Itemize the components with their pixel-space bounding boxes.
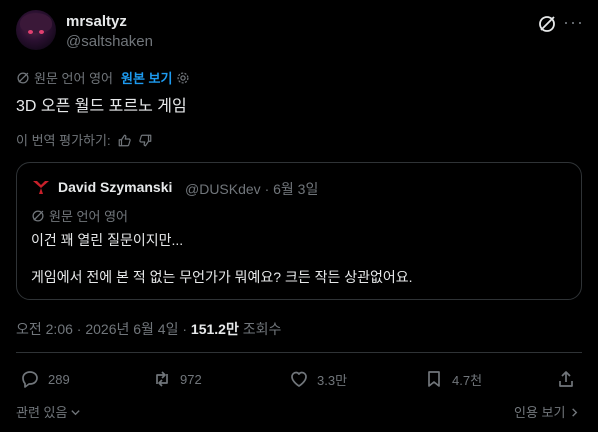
bookmark-icon (424, 369, 444, 389)
related-dropdown[interactable]: 관련 있음 (16, 402, 81, 421)
rate-translation-row: 이 번역 평가하기: (16, 130, 153, 149)
view-quotes-link[interactable]: 인용 보기 (514, 402, 580, 421)
share-icon (556, 369, 576, 389)
thumbs-up-icon[interactable] (117, 131, 132, 147)
repost-icon (152, 369, 172, 389)
bookmark-count: 4.7천 (452, 372, 483, 388)
views-count: 151.2만 (190, 321, 239, 337)
view-quotes-label: 인용 보기 (514, 405, 566, 420)
author-display-name[interactable]: mrsaltyz (66, 13, 127, 30)
view-original-link[interactable]: 원본 보기 (121, 68, 172, 87)
quoted-translation-label: 원문 언어 영어 (49, 209, 128, 224)
views-label: 조회수 (238, 321, 282, 337)
like-count: 3.3만 (317, 372, 348, 388)
post-timestamp[interactable]: 오전 2:06 · 2026년 6월 4일 · (16, 321, 191, 337)
more-options-icon[interactable]: ··· (563, 12, 584, 33)
chevron-down-icon (70, 404, 81, 419)
grok-icon[interactable] (537, 14, 557, 34)
reply-icon (20, 369, 40, 389)
share-button[interactable] (556, 369, 576, 389)
quoted-translation-row: 원문 언어 영어 (31, 206, 128, 225)
reply-button[interactable]: 289 (20, 369, 70, 389)
post-text: 3D 오픈 월드 포르노 게임 (16, 98, 187, 115)
repost-count: 972 (180, 371, 202, 387)
related-label: 관련 있음 (16, 405, 68, 420)
divider (16, 352, 582, 353)
quoted-author-avatar[interactable] (32, 178, 50, 196)
quoted-author-name[interactable]: David Szymanski (58, 179, 172, 195)
post-timestamp-views: 오전 2:06 · 2026년 6월 4일 · 151.2만 조회수 (16, 319, 281, 339)
like-button[interactable]: 3.3만 (289, 369, 347, 389)
author-avatar[interactable] (16, 10, 56, 50)
quoted-post[interactable]: David Szymanski @DUSKdev · 6월 3일 원문 언어 영… (16, 162, 582, 300)
translation-row: 원문 언어 영어 원본 보기 (16, 68, 190, 87)
chevron-right-icon (569, 404, 580, 419)
quoted-author-meta[interactable]: @DUSKdev · 6월 3일 (185, 179, 318, 199)
translate-icon (31, 208, 45, 224)
author-handle[interactable]: @saltshaken (66, 33, 153, 50)
repost-button[interactable]: 972 (152, 369, 202, 389)
thumbs-down-icon[interactable] (138, 131, 153, 147)
settings-gear-icon[interactable] (176, 70, 190, 86)
quoted-text-line-2: 게임에서 전에 본 적 없는 무언가가 뭐예요? 크든 작든 상관없어요. (31, 269, 413, 285)
quoted-text-line-1: 이건 꽤 열린 질문이지만... (31, 232, 184, 248)
translate-icon (16, 70, 30, 86)
rate-translation-label: 이 번역 평가하기: (16, 133, 111, 148)
translation-label: 원문 언어 영어 (34, 71, 113, 86)
reply-count: 289 (48, 371, 70, 387)
heart-icon (289, 369, 309, 389)
bookmark-button[interactable]: 4.7천 (424, 369, 482, 389)
